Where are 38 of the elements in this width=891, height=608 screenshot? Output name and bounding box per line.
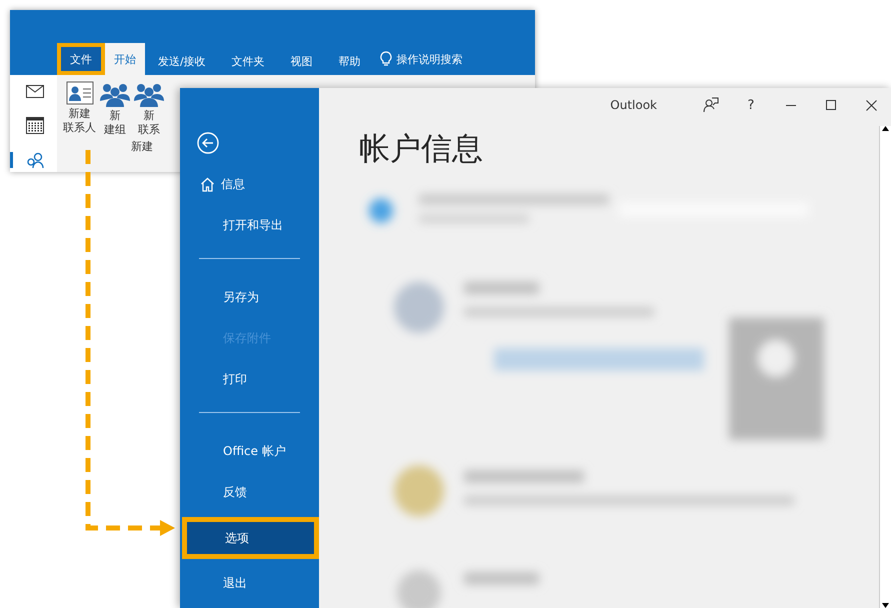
backstage-menu-item[interactable]: 反馈 <box>180 476 319 509</box>
backstage-menu-item[interactable]: 另存为 <box>180 281 319 314</box>
person-chat-icon <box>703 97 719 113</box>
ribbon-tab[interactable]: 开始 <box>105 43 145 75</box>
people-icon[interactable] <box>25 152 45 168</box>
ribbon-tab[interactable]: 发送/接收 <box>145 43 219 75</box>
page-heading: 帐户信息 <box>359 130 484 169</box>
maximize-icon <box>826 100 836 110</box>
app-name: Outlook <box>610 98 657 112</box>
mail-icon[interactable] <box>26 85 44 98</box>
calendar-icon[interactable] <box>26 116 44 134</box>
backstage-menu-item[interactable]: Office 帐户 <box>180 435 319 468</box>
people-group-icon <box>134 81 164 107</box>
backstage-menu-item[interactable]: 打开和导出 <box>180 209 319 242</box>
contact-card-icon <box>66 81 94 105</box>
ribbon-button[interactable]: 新建 联系人 <box>63 81 96 137</box>
ribbon-button[interactable]: 新 联系 <box>134 81 164 137</box>
group-label: 新建 <box>131 139 153 154</box>
backstage-menu-item[interactable]: 退出 <box>180 567 319 600</box>
minimize-icon <box>786 104 796 106</box>
back-icon[interactable] <box>197 132 219 154</box>
backstage-menu-item[interactable]: 打印 <box>180 363 319 396</box>
ribbon-tab[interactable]: 视图 <box>278 43 326 75</box>
home-icon <box>200 177 215 192</box>
scrollbar[interactable] <box>879 126 891 608</box>
help-button[interactable]: ? <box>731 88 771 122</box>
ribbon-tab[interactable]: 文件 <box>57 43 105 75</box>
close-icon <box>866 100 876 110</box>
people-group-icon <box>100 81 130 107</box>
backstage-menu-item[interactable]: 信息 <box>180 168 319 201</box>
ribbon-tab[interactable]: 帮助 <box>326 43 374 75</box>
backstage-menu-item[interactable]: 选项 <box>182 517 319 559</box>
ribbon-tab[interactable]: 文件夹 <box>218 43 278 75</box>
scroll-up-icon[interactable] <box>882 126 889 131</box>
tell-me-search[interactable]: 操作说明搜索 <box>396 52 463 66</box>
scroll-down-icon[interactable] <box>882 603 889 608</box>
ribbon-button[interactable]: 新 建组 <box>100 81 130 137</box>
lightbulb-icon[interactable] <box>380 51 392 67</box>
